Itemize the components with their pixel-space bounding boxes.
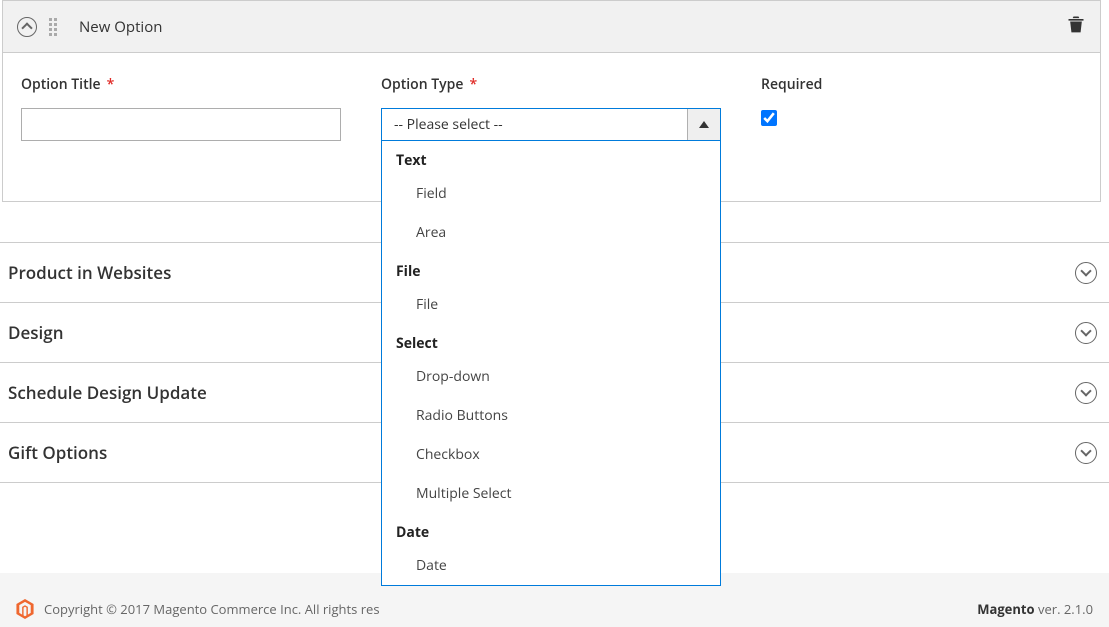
option-type-dropdown[interactable]: TextFieldAreaFileFileSelectDrop-downRadi…: [381, 141, 721, 586]
option-body: Option Title* Option Type* -- Please sel…: [3, 53, 1100, 201]
section-title: Design: [8, 321, 64, 344]
triangle-up-icon: [699, 121, 709, 128]
dropdown-group-label: Select: [382, 324, 720, 357]
dropdown-item[interactable]: File: [382, 285, 720, 324]
dropdown-item[interactable]: Multiple Select: [382, 474, 720, 513]
dropdown-item[interactable]: Field: [382, 174, 720, 213]
dropdown-group-label: File: [382, 252, 720, 285]
magento-logo-icon: [16, 599, 34, 619]
copyright-text: Copyright © 2017 Magento Commerce Inc. A…: [44, 600, 380, 618]
version-text: Magento ver. 2.1.0: [977, 600, 1093, 618]
dropdown-item[interactable]: Date: [382, 546, 720, 585]
option-header: New Option: [3, 1, 1100, 53]
required-label: Required: [761, 75, 822, 94]
option-type-select[interactable]: -- Please select --: [381, 108, 721, 141]
delete-option-button[interactable]: [1066, 13, 1086, 40]
option-type-field: Option Type* -- Please select -- TextFie…: [381, 75, 721, 141]
expand-toggle[interactable]: [1075, 382, 1097, 404]
chevron-down-icon: [1080, 325, 1091, 336]
required-field: Required: [761, 75, 822, 141]
option-title-field: Option Title*: [21, 75, 341, 141]
dropdown-group-label: Text: [382, 141, 720, 174]
dropdown-item[interactable]: Checkbox: [382, 435, 720, 474]
section-title: Gift Options: [8, 441, 107, 464]
drag-handle-icon[interactable]: [49, 18, 61, 36]
option-title-input[interactable]: [21, 108, 341, 141]
option-type-label: Option Type*: [381, 75, 721, 94]
option-type-value: -- Please select --: [382, 109, 687, 140]
select-arrow-button[interactable]: [687, 109, 720, 140]
expand-toggle[interactable]: [1075, 262, 1097, 284]
required-star-icon: *: [469, 75, 477, 94]
section-title: Product in Websites: [8, 261, 171, 284]
collapse-toggle[interactable]: [17, 17, 37, 37]
dropdown-item[interactable]: Radio Buttons: [382, 396, 720, 435]
chevron-down-icon: [1080, 265, 1091, 276]
dropdown-item[interactable]: Drop-down: [382, 357, 720, 396]
custom-option-panel: New Option Option Title* Option Type* --…: [2, 0, 1101, 202]
chevron-down-icon: [1080, 445, 1091, 456]
chevron-down-icon: [1080, 385, 1091, 396]
section-title: Schedule Design Update: [8, 381, 207, 404]
option-type-select-wrap: -- Please select -- TextFieldAreaFileFil…: [381, 108, 721, 141]
required-checkbox[interactable]: [761, 110, 777, 126]
expand-toggle[interactable]: [1075, 322, 1097, 344]
dropdown-item[interactable]: Area: [382, 213, 720, 252]
chevron-up-icon: [21, 22, 32, 33]
trash-icon: [1066, 13, 1086, 35]
expand-toggle[interactable]: [1075, 442, 1097, 464]
dropdown-group-label: Date: [382, 513, 720, 546]
option-header-title: New Option: [79, 17, 162, 37]
option-title-label: Option Title*: [21, 75, 341, 94]
required-star-icon: *: [107, 75, 115, 94]
